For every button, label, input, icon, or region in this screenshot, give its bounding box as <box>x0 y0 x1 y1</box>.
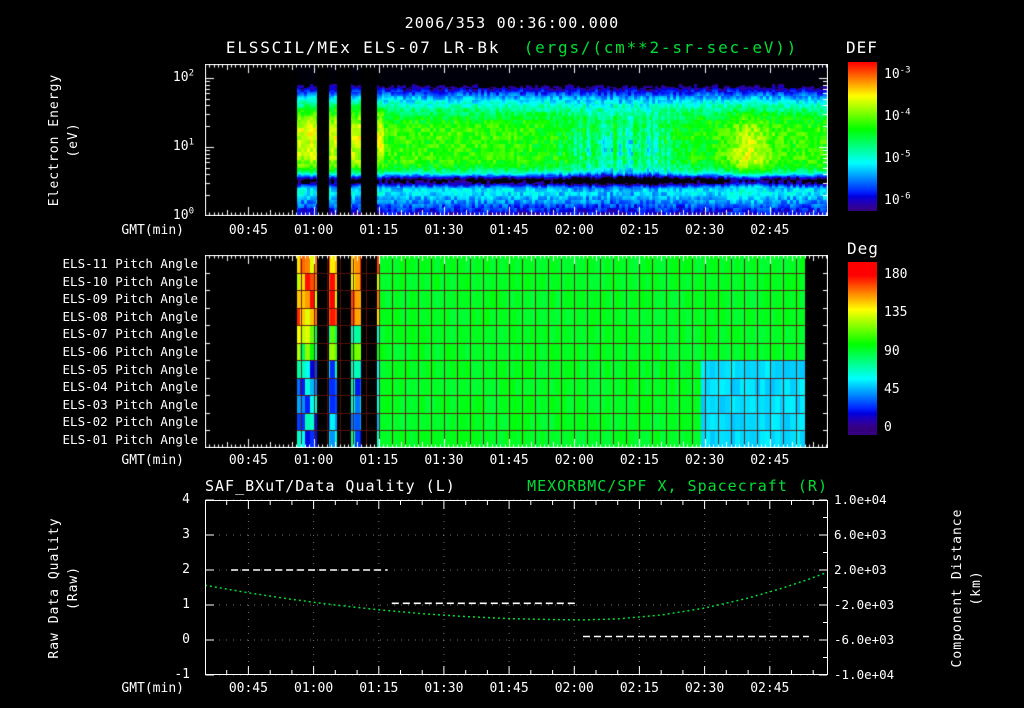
pitch-row-label: ELS-05 Pitch Angle <box>62 361 198 377</box>
def-colorbar-title: DEF <box>846 38 878 57</box>
distance-axis-tick: -6.0e+03 <box>834 632 895 647</box>
distance-axis-tick: 6.0e+03 <box>834 527 887 542</box>
deg-colorbar-tick: 45 <box>884 381 900 397</box>
distance-axis-label: Component Distance (km) <box>950 508 984 668</box>
time-tick: 01:30 <box>424 681 464 696</box>
time-tick: 02:15 <box>619 681 659 696</box>
def-colorbar-tick: 10-6 <box>884 191 911 208</box>
spectrogram-title-text: ELSSCIL/MEx ELS-07 LR-Bk <box>225 38 501 57</box>
quality-axis-label: Raw Data Quality (Raw) <box>47 517 81 659</box>
time-tick: 02:00 <box>554 223 594 238</box>
pitch-row-label: ELS-03 Pitch Angle <box>62 396 198 412</box>
quality-axis-ticks: 4 3 2 1 0 -1 <box>132 492 194 682</box>
time-tick: 01:00 <box>294 681 334 696</box>
pitch-row-label: ELS-11 Pitch Angle <box>62 256 198 272</box>
pitch-row-label: ELS-06 Pitch Angle <box>62 343 198 359</box>
time-tick: 01:15 <box>359 453 399 468</box>
deg-colorbar-tick: 0 <box>884 420 892 436</box>
quality-axis-tick: 0 <box>182 632 190 647</box>
gmt-axis-label: GMT(min) <box>121 453 184 468</box>
spectrogram-units-text: (ergs/(cm**2-sr-sec-eV)) <box>523 38 799 57</box>
time-tick: 00:45 <box>228 681 268 696</box>
spectrogram-time-ticks: 00:45 01:00 01:15 01:30 01:45 02:00 02:1… <box>205 223 828 239</box>
energy-axis-tick: 102 <box>172 68 194 85</box>
pitch-row-labels: ELS-11 Pitch Angle ELS-10 Pitch Angle EL… <box>36 255 198 448</box>
distance-axis-ticks: 1.0e+04 6.0e+03 2.0e+03 -2.0e+03 -6.0e+0… <box>834 492 914 682</box>
quality-axis-tick: 1 <box>182 597 190 612</box>
deg-colorbar-tick: 90 <box>884 343 900 359</box>
gmt-axis-label: GMT(min) <box>121 681 184 696</box>
pitch-row-label: ELS-10 Pitch Angle <box>62 273 198 289</box>
time-tick: 02:00 <box>554 453 594 468</box>
quality-axis-tick: 3 <box>182 527 190 542</box>
time-tick: 01:15 <box>359 223 399 238</box>
pitch-row-label: ELS-08 Pitch Angle <box>62 308 198 324</box>
pitch-row-label: ELS-09 Pitch Angle <box>62 291 198 307</box>
distance-axis-tick: -1.0e+04 <box>834 667 895 682</box>
energy-axis-label: Electron Energy (eV) <box>47 73 81 207</box>
time-tick: 02:00 <box>554 681 594 696</box>
time-tick: 02:45 <box>750 223 790 238</box>
pitch-row-label: ELS-02 Pitch Angle <box>62 414 198 430</box>
pitch-angle-heatmap <box>205 255 828 448</box>
time-tick: 01:00 <box>294 453 334 468</box>
def-colorbar-tick: 10-5 <box>884 149 911 166</box>
deg-colorbar-tick: 180 <box>884 266 908 282</box>
deg-colorbar-ticks: 180 135 90 45 0 <box>884 262 944 435</box>
quality-axis-tick: 4 <box>182 492 190 507</box>
gmt-axis-label: GMT(min) <box>121 223 184 238</box>
quality-series-title: SAF_BXuT/Data Quality (L) <box>205 477 456 495</box>
time-tick: 01:45 <box>489 453 529 468</box>
def-colorbar <box>848 62 877 211</box>
deg-colorbar-tick: 135 <box>884 305 908 321</box>
pitch-row-label: ELS-01 Pitch Angle <box>62 431 198 447</box>
deg-colorbar-title: Deg <box>847 239 879 258</box>
time-tick: 01:00 <box>294 223 334 238</box>
time-tick: 00:45 <box>228 453 268 468</box>
time-tick: 02:45 <box>750 681 790 696</box>
time-tick: 01:15 <box>359 681 399 696</box>
distance-axis-tick: 1.0e+04 <box>834 492 887 507</box>
time-tick: 00:45 <box>228 223 268 238</box>
time-tick: 02:15 <box>619 453 659 468</box>
time-tick: 01:30 <box>424 223 464 238</box>
energy-axis-ticks: 102 101 100 <box>140 64 198 223</box>
distance-axis-tick: 2.0e+03 <box>834 562 887 577</box>
time-tick: 02:15 <box>619 223 659 238</box>
time-tick: 02:30 <box>685 453 725 468</box>
pitch-row-label: ELS-07 Pitch Angle <box>62 326 198 342</box>
electron-energy-spectrogram <box>205 64 828 216</box>
time-tick: 01:45 <box>489 681 529 696</box>
quality-distance-plot <box>204 499 828 676</box>
time-tick: 02:30 <box>685 681 725 696</box>
time-tick: 01:30 <box>424 453 464 468</box>
timestamp-title: 2006/353 00:36:00.000 <box>404 14 620 32</box>
time-tick: 02:45 <box>750 453 790 468</box>
time-tick: 01:45 <box>489 223 529 238</box>
def-colorbar-tick: 10-3 <box>884 65 911 82</box>
time-tick: 02:30 <box>685 223 725 238</box>
quality-axis-tick: 2 <box>182 562 190 577</box>
pitch-time-ticks: 00:45 01:00 01:15 01:30 01:45 02:00 02:1… <box>205 453 828 469</box>
pitch-row-label: ELS-04 Pitch Angle <box>62 379 198 395</box>
deg-colorbar <box>848 262 877 435</box>
line-time-ticks: 00:45 01:00 01:15 01:30 01:45 02:00 02:1… <box>205 681 828 697</box>
energy-axis-tick: 101 <box>172 137 194 154</box>
distance-axis-tick: -2.0e+03 <box>834 597 895 612</box>
def-colorbar-tick: 10-4 <box>884 107 911 124</box>
distance-series-title: MEXORBMC/SPF X, Spacecraft (R) <box>527 477 828 495</box>
plot-page: 2006/353 00:36:00.000 ELSSCIL/MEx ELS-07… <box>0 0 1024 708</box>
def-colorbar-ticks: 10-3 10-4 10-5 10-6 <box>884 62 944 211</box>
